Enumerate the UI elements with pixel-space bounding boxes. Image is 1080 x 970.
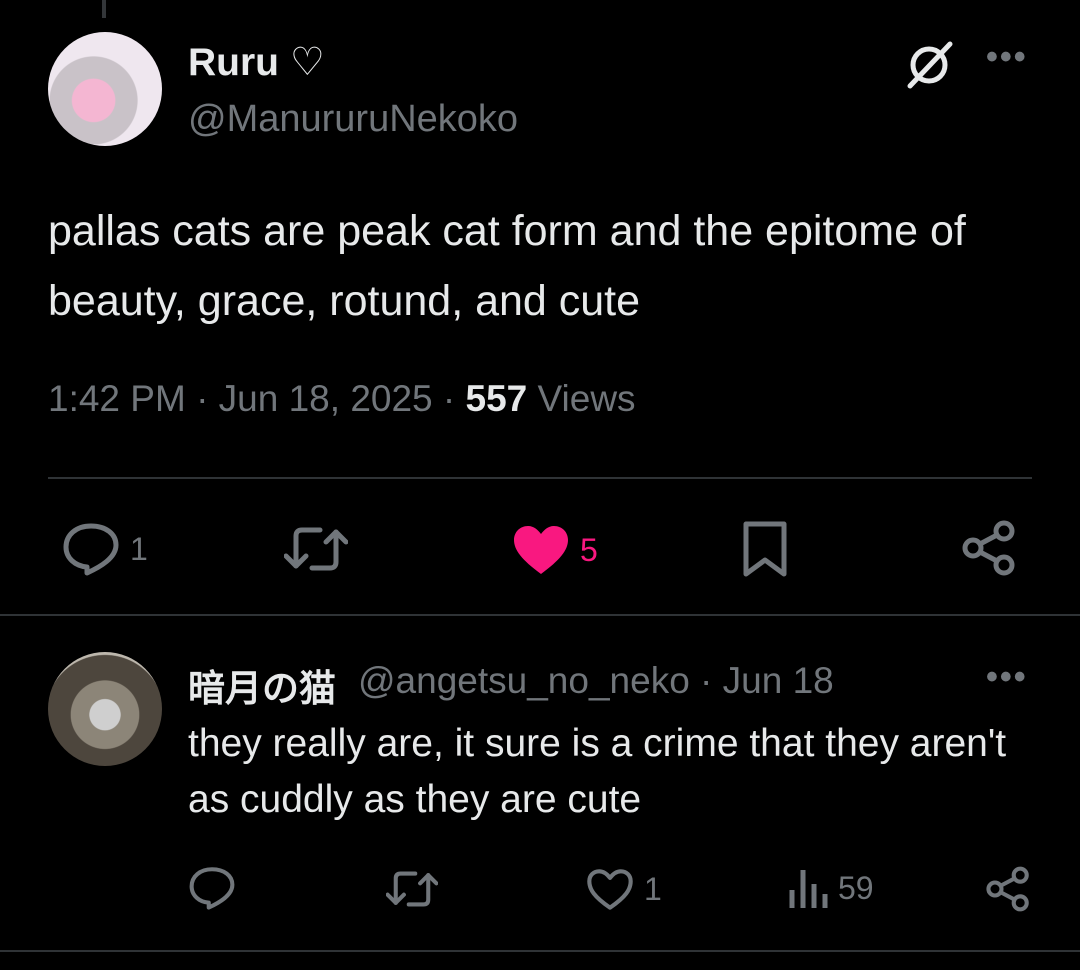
reply-handle-date[interactable]: @angetsu_no_neko · Jun 18 <box>358 660 834 702</box>
tweet-meta: 1:42 PM · Jun 18, 2025 · 557 Views <box>48 378 636 420</box>
more-icon[interactable]: ••• <box>986 658 1028 697</box>
reply-text: they really are, it sure is a crime that… <box>188 722 1007 821</box>
reply-like-count: 1 <box>644 871 662 907</box>
reply-like-button[interactable]: 1 <box>586 868 662 911</box>
share-button[interactable] <box>962 520 1016 576</box>
share-icon <box>962 520 1015 576</box>
retweet-icon <box>284 527 348 571</box>
share-icon <box>986 866 1029 912</box>
reply-avatar[interactable] <box>48 652 162 766</box>
reply-icon <box>63 523 119 576</box>
divider <box>0 950 1080 952</box>
divider <box>0 614 1080 616</box>
reply-reply-button[interactable] <box>188 866 236 910</box>
heart-icon <box>587 869 633 910</box>
reply-author-name[interactable]: 暗月の猫 <box>188 658 336 712</box>
avatar[interactable] <box>48 32 162 146</box>
views-icon <box>789 870 828 908</box>
grok-icon[interactable] <box>904 40 954 90</box>
thread-connector-line <box>102 0 106 18</box>
bookmark-button[interactable] <box>742 520 788 578</box>
views-count: 557 <box>465 378 528 419</box>
reply-retweet-button[interactable] <box>386 870 438 908</box>
heart-icon <box>514 526 568 574</box>
reply-button[interactable]: 1 <box>62 522 148 576</box>
views-label: Views <box>527 378 636 419</box>
like-button[interactable]: 5 <box>512 524 598 576</box>
divider <box>48 477 1032 479</box>
bookmark-icon <box>743 521 787 577</box>
like-count: 5 <box>580 531 598 568</box>
retweet-icon <box>386 871 438 907</box>
tweet-timestamp[interactable]: 1:42 PM · Jun 18, 2025 · <box>48 378 466 419</box>
more-icon[interactable]: ••• <box>986 38 1028 77</box>
reply-views-button[interactable]: 59 <box>788 866 874 910</box>
author-name[interactable]: Ruru ♡ <box>188 40 325 85</box>
reply-share-button[interactable] <box>986 866 1030 912</box>
reply-views-count: 59 <box>838 869 874 906</box>
tweet-text: pallas cats are peak cat form and the ep… <box>48 207 966 325</box>
retweet-button[interactable] <box>284 526 348 572</box>
author-handle[interactable]: @ManururuNekoko <box>188 98 518 141</box>
reply-icon <box>189 867 235 910</box>
reply-count: 1 <box>130 530 148 567</box>
